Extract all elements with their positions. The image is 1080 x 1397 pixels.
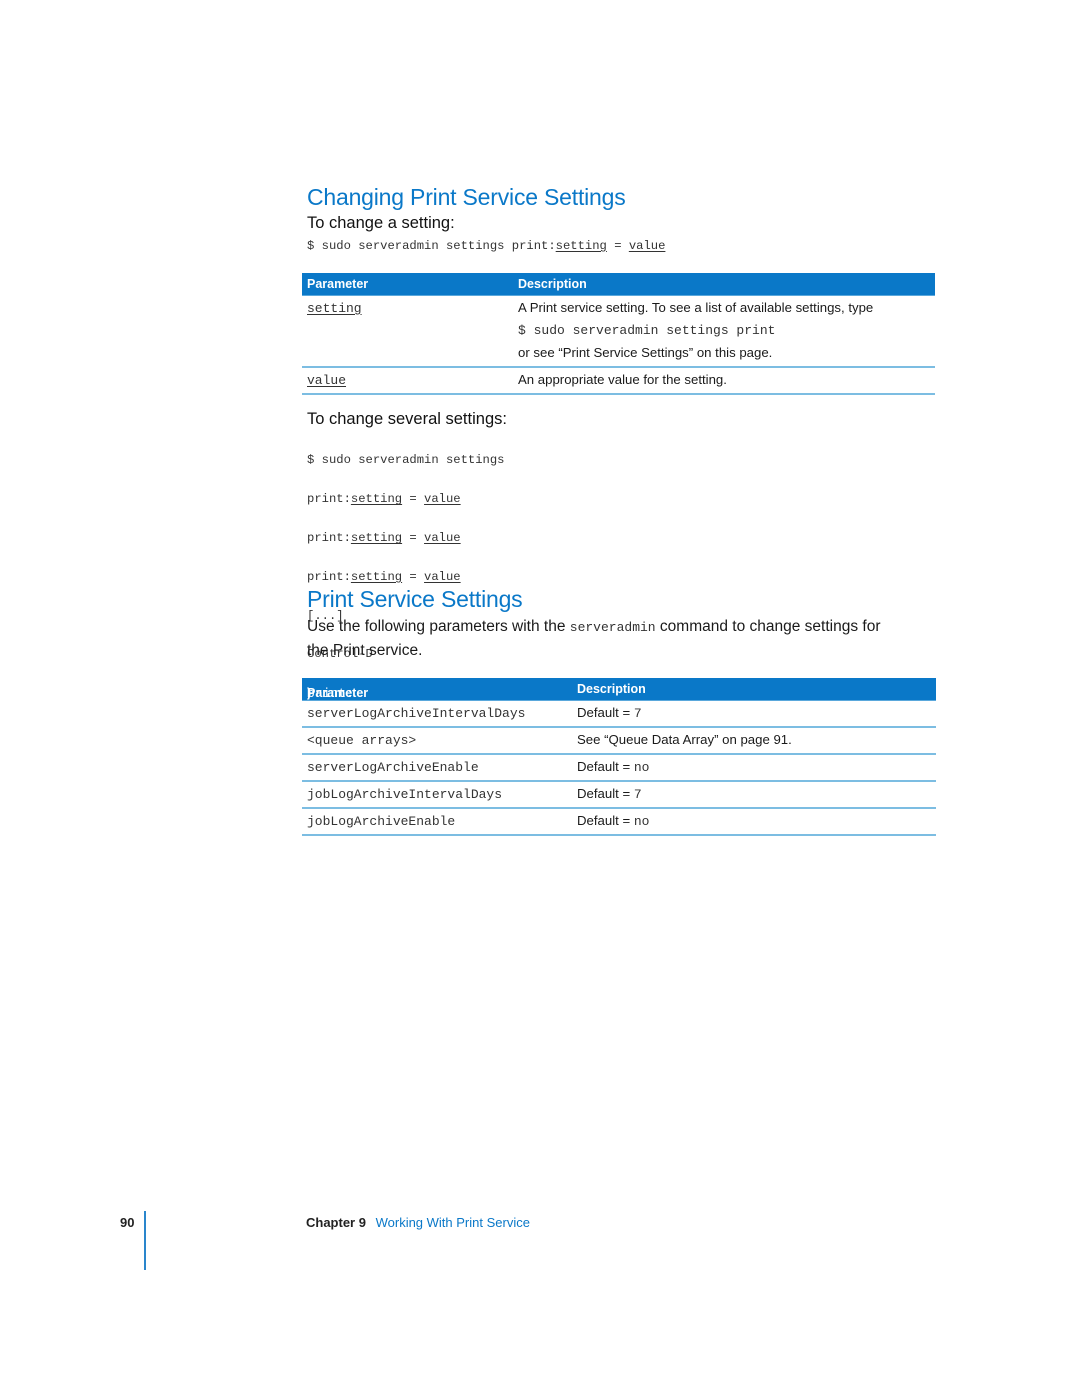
subheading-change-several-settings: To change several settings: <box>307 410 507 428</box>
footer-chapter: Chapter 9 Working With Print Service <box>306 1215 530 1230</box>
footer-vertical-rule <box>144 1211 146 1270</box>
header-description: Description <box>518 277 587 291</box>
command-line: print:setting = value <box>307 529 504 548</box>
command-value-placeholder: value <box>424 569 461 584</box>
command-prefix: print: <box>307 492 351 507</box>
command-equals: = <box>402 531 425 546</box>
command-line: $ sudo serveradmin settings <box>307 453 505 468</box>
command-change-setting: $ sudo serveradmin settings print:settin… <box>307 237 665 256</box>
table-row: jobLogArchiveEnable Default = no <box>302 809 936 836</box>
command-value-placeholder: value <box>424 492 461 507</box>
desc-line: An appropriate value for the setting. <box>518 372 727 387</box>
chapter-label: Chapter 9 <box>306 1215 366 1230</box>
param-setting: setting <box>307 301 362 316</box>
command-equals: = <box>606 239 629 253</box>
command-prefix: print: <box>307 569 351 584</box>
command-value-placeholder: value <box>628 239 666 253</box>
command-setting-placeholder: setting <box>555 239 607 253</box>
parameter-table-1: Parameter Description setting A Print se… <box>302 273 935 395</box>
parameter-table-2: Parameter (print:) Description serverLog… <box>302 678 936 836</box>
table-row: serverLogArchiveEnable Default = no <box>302 755 936 782</box>
desc-text: Default = <box>577 786 634 801</box>
desc-text: Default = <box>577 705 634 720</box>
desc-code: no <box>633 814 650 829</box>
command-value-placeholder: value <box>424 531 461 546</box>
param-name: <queue arrays> <box>307 733 417 748</box>
table-header: Parameter Description <box>302 273 935 296</box>
desc-line: or see “Print Service Settings” on this … <box>518 345 773 360</box>
param-description: Default = 7 <box>577 786 642 802</box>
table-row: setting A Print service setting. To see … <box>302 296 935 368</box>
header-text: ) <box>307 686 312 700</box>
command-equals: = <box>402 492 425 507</box>
command-line: print:setting = value <box>307 568 504 587</box>
intro-paragraph: Use the following parameters with the se… <box>307 615 937 662</box>
desc-code: 7 <box>633 706 642 721</box>
command-prefix: print: <box>307 531 351 546</box>
command-setting-placeholder: setting <box>350 492 403 507</box>
desc-code: no <box>633 760 650 775</box>
page-number: 90 <box>120 1215 135 1230</box>
intro-text: command to change settings for <box>655 618 881 635</box>
intro-line: Use the following parameters with the se… <box>307 615 937 639</box>
param-description: See “Queue Data Array” on page 91. <box>577 732 792 748</box>
chapter-title: Working With Print Service <box>375 1215 530 1230</box>
desc-code: $ sudo serveradmin settings print <box>518 323 776 338</box>
desc-line: A Print service setting. To see a list o… <box>518 300 874 315</box>
table-row: jobLogArchiveIntervalDays Default = 7 <box>302 782 936 809</box>
param-description: Default = no <box>577 813 649 829</box>
param-name: serverLogArchiveIntervalDays <box>307 706 526 721</box>
table-row: value An appropriate value for the setti… <box>302 368 935 395</box>
subheading-change-a-setting: To change a setting: <box>307 214 455 232</box>
desc-text: Default = <box>577 813 634 828</box>
intro-line: the Print service. <box>307 642 423 659</box>
section-title-changing-settings: Changing Print Service Settings <box>307 184 626 210</box>
command-prefix: $ sudo serveradmin settings print: <box>307 239 556 253</box>
table-header: Parameter (print:) Description <box>302 678 936 714</box>
section-title-print-service-settings: Print Service Settings <box>307 586 523 612</box>
desc-text: Default = <box>577 759 634 774</box>
param-name: jobLogArchiveEnable <box>307 814 456 829</box>
param-name: jobLogArchiveIntervalDays <box>307 787 503 802</box>
intro-text: Use the following parameters with the <box>307 618 570 635</box>
command-line: print:setting = value <box>307 490 504 509</box>
command-setting-placeholder: setting <box>350 569 403 584</box>
table-row: serverLogArchiveIntervalDays Default = 7 <box>302 701 936 728</box>
header-code: print: <box>307 686 354 701</box>
param-value: value <box>307 373 347 388</box>
intro-code: serveradmin <box>569 620 656 635</box>
command-equals: = <box>402 569 425 584</box>
param-description: Default = no <box>577 759 649 775</box>
header-description: Description <box>577 682 646 696</box>
desc-text: See “Queue Data Array” on page 91. <box>577 732 792 747</box>
table-row: <queue arrays> See “Queue Data Array” on… <box>302 728 936 755</box>
param-name: serverLogArchiveEnable <box>307 760 479 775</box>
param-description: Default = 7 <box>577 705 642 721</box>
command-setting-placeholder: setting <box>350 531 403 546</box>
desc-code: 7 <box>633 787 642 802</box>
header-parameter: Parameter <box>307 277 369 291</box>
